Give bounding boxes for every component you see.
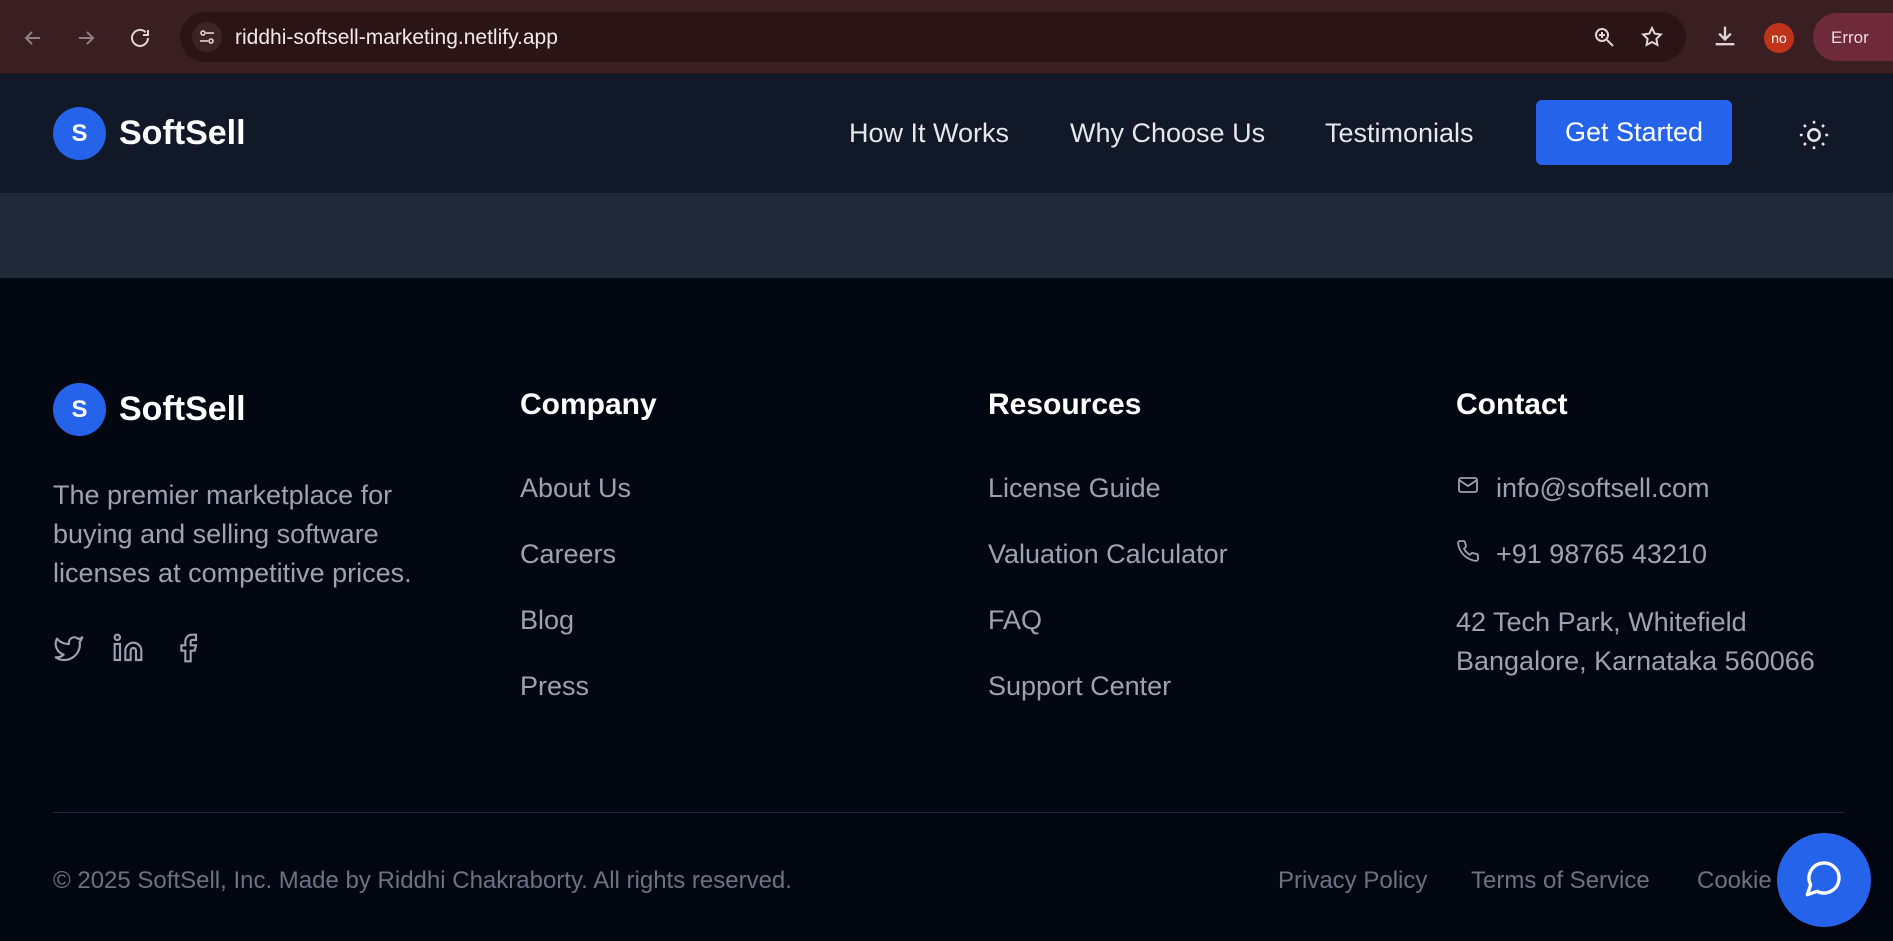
nav-how-it-works[interactable]: How It Works [849,118,1009,149]
link-support-center[interactable]: Support Center [988,671,1171,702]
section-band [0,193,1893,278]
copyright-text: © 2025 SoftSell, Inc. Made by Riddhi Cha… [53,867,792,894]
contact-phone-row: +91 98765 43210 [1456,539,1707,570]
chat-button[interactable] [1777,833,1871,927]
link-careers[interactable]: Careers [520,539,616,570]
forward-icon[interactable] [68,20,104,56]
address-line: 42 Tech Park, Whitefield [1456,607,1747,637]
address-line: Bangalore, Karnataka 560066 [1456,646,1815,676]
get-started-button[interactable]: Get Started [1536,100,1732,165]
url-text[interactable]: riddhi-softsell-marketing.netlify.app [235,26,558,50]
site-settings-icon[interactable] [192,22,222,52]
zoom-icon[interactable] [1592,25,1616,54]
link-valuation-calculator[interactable]: Valuation Calculator [988,539,1228,570]
tagline-line: licenses at competitive prices. [53,558,412,588]
link-press[interactable]: Press [520,671,589,702]
browser-toolbar: riddhi-softsell-marketing.netlify.app no… [0,0,1893,74]
link-blog[interactable]: Blog [520,605,574,636]
mail-icon [1456,473,1480,504]
nav-testimonials[interactable]: Testimonials [1325,118,1474,149]
footer-tagline: The premier marketplace for buying and s… [53,476,412,593]
footer-divider [53,812,1844,813]
link-license-guide[interactable]: License Guide [988,473,1161,504]
contact-phone[interactable]: +91 98765 43210 [1496,539,1707,570]
contact-address: 42 Tech Park, Whitefield Bangalore, Karn… [1456,603,1815,681]
tagline-line: The premier marketplace for [53,480,393,510]
nav-why-choose-us[interactable]: Why Choose Us [1070,118,1265,149]
bookmark-star-icon[interactable] [1640,25,1664,54]
brand-name: SoftSell [119,390,246,428]
footer-logo[interactable]: S SoftSell [53,383,246,436]
error-badge[interactable]: Error [1813,13,1893,61]
header-logo[interactable]: S SoftSell [53,107,246,160]
facebook-icon[interactable] [172,632,204,669]
site-header: S SoftSell How It Works Why Choose Us Te… [0,74,1893,193]
brand-name: SoftSell [119,114,246,152]
link-terms-of-service[interactable]: Terms of Service [1471,867,1650,895]
contact-heading: Contact [1456,388,1568,421]
contact-email-row: info@softsell.com [1456,473,1709,504]
reload-icon[interactable] [122,20,158,56]
profile-avatar[interactable]: no [1764,23,1794,53]
sun-icon[interactable] [1797,118,1831,157]
company-heading: Company [520,388,657,421]
tagline-line: buying and selling software [53,519,379,549]
phone-icon [1456,539,1480,570]
download-icon[interactable] [1711,22,1739,55]
address-bar[interactable]: riddhi-softsell-marketing.netlify.app [180,12,1686,62]
twitter-icon[interactable] [53,632,85,669]
link-about-us[interactable]: About Us [520,473,631,504]
link-cookie-policy[interactable]: Cookie [1697,867,1772,895]
logo-mark: S [53,383,106,436]
contact-email[interactable]: info@softsell.com [1496,473,1709,504]
chat-bubble-icon [1804,858,1844,903]
back-icon[interactable] [15,20,51,56]
resources-heading: Resources [988,388,1142,421]
link-faq[interactable]: FAQ [988,605,1042,636]
logo-mark: S [53,107,106,160]
linkedin-icon[interactable] [112,632,144,669]
link-privacy-policy[interactable]: Privacy Policy [1278,867,1427,895]
